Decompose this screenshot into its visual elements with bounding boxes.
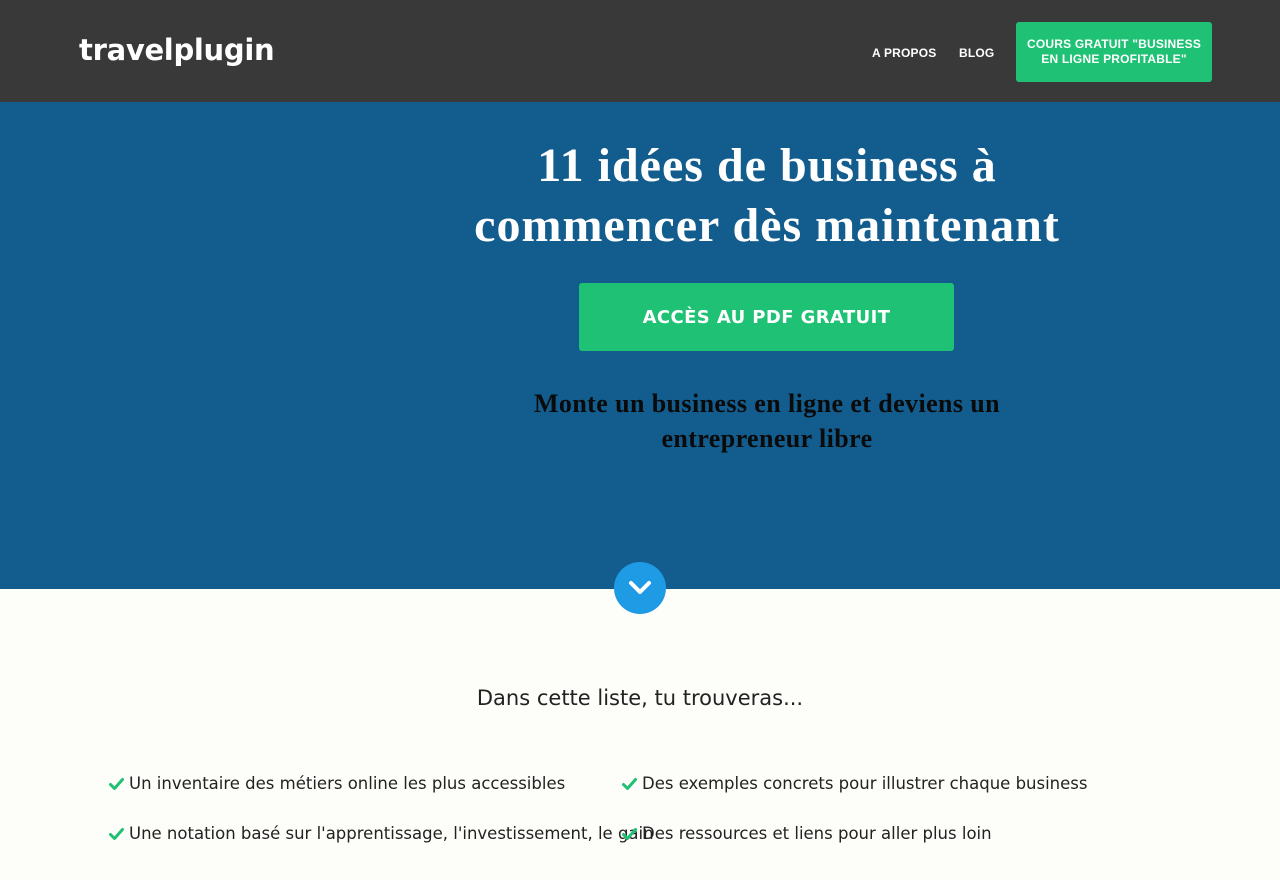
feature-item-text: Des exemples concrets pour illustrer cha… bbox=[642, 774, 1088, 793]
site-logo[interactable]: travelplugin bbox=[79, 30, 275, 70]
hero-title: 11 idées de business à commencer dès mai… bbox=[474, 139, 1060, 252]
feature-item: Des ressources et liens pour aller plus … bbox=[622, 822, 992, 846]
check-icon bbox=[622, 778, 637, 790]
nav-link-about[interactable]: A PROPOS bbox=[872, 45, 937, 61]
chevron-down-icon bbox=[629, 581, 651, 594]
feature-item: Des exemples concrets pour illustrer cha… bbox=[622, 772, 1087, 796]
nav-link-blog[interactable]: BLOG bbox=[959, 45, 994, 61]
feature-item: Une notation basé sur l'apprentissage, l… bbox=[109, 822, 654, 846]
feature-item-text: Des ressources et liens pour aller plus … bbox=[642, 824, 992, 843]
feature-item-text: Une notation basé sur l'apprentissage, l… bbox=[129, 824, 654, 843]
free-pdf-button[interactable]: ACCÈS AU PDF GRATUIT bbox=[579, 283, 954, 351]
check-icon bbox=[109, 778, 124, 790]
hero-subtitle: Monte un business en ligne et deviens un… bbox=[533, 389, 1001, 453]
free-course-button[interactable]: COURS GRATUIT "BUSINESS EN LIGNE PROFITA… bbox=[1016, 22, 1212, 82]
scroll-down-button[interactable] bbox=[614, 562, 666, 614]
feature-item: Un inventaire des métiers online les plu… bbox=[109, 772, 565, 796]
feature-item-text: Un inventaire des métiers online les plu… bbox=[129, 774, 566, 793]
top-navigation-bar: travelplugin A PROPOS BLOG COURS GRATUIT… bbox=[0, 0, 1280, 102]
check-icon bbox=[109, 828, 124, 840]
list-heading: Dans cette liste, tu trouveras... bbox=[476, 686, 804, 710]
check-icon bbox=[622, 828, 637, 840]
